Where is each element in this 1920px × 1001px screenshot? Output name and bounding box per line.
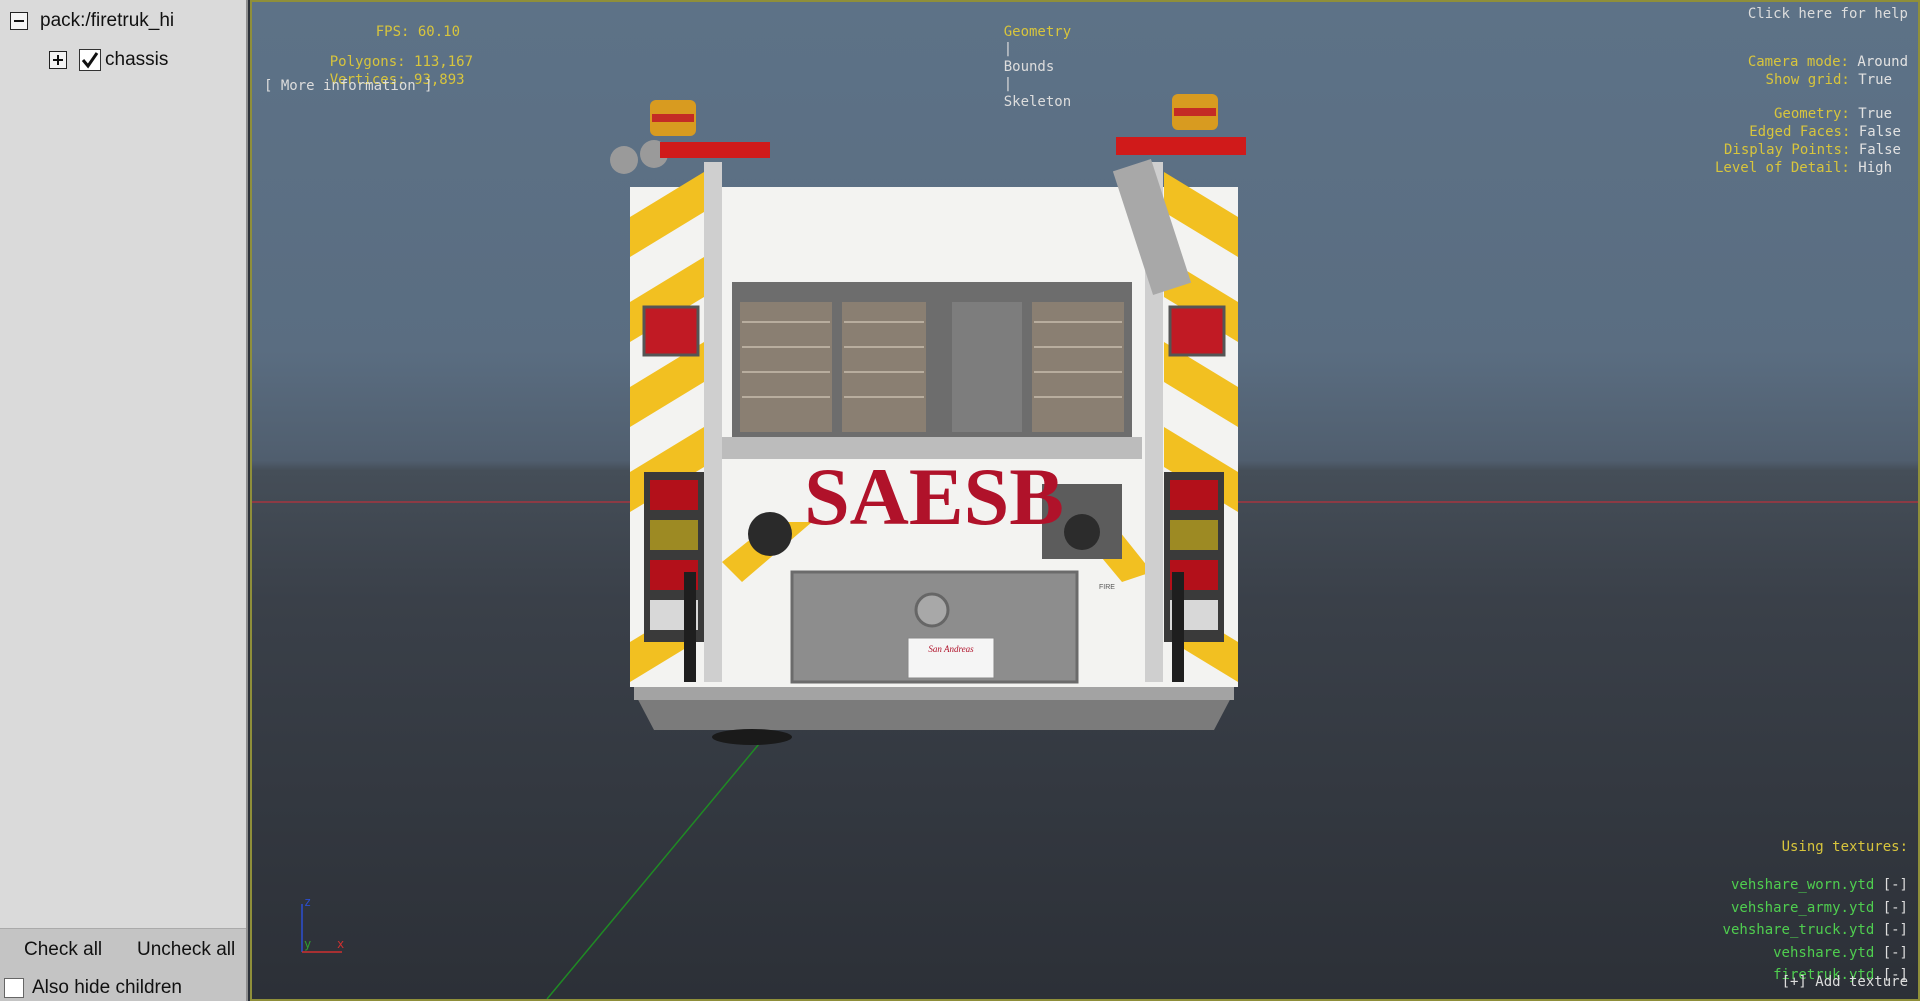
also-hide-children-checkbox[interactable] <box>4 978 24 998</box>
x-axis-label: x <box>337 937 344 951</box>
tab-geometry[interactable]: Geometry <box>1004 24 1071 40</box>
expand-icon[interactable] <box>49 51 67 69</box>
model-tree-panel: pack:/firetruk_hi chassis Check all Unch… <box>0 0 248 1001</box>
level-of-detail-setting[interactable]: Level of Detail: High <box>1681 142 1892 195</box>
setting-label: Show grid: <box>1765 71 1850 88</box>
setting-value: High <box>1858 159 1892 176</box>
textures-heading: Using textures: <box>1781 839 1908 855</box>
also-hide-children-option[interactable]: Also hide children <box>4 977 182 999</box>
z-axis-label: z <box>304 895 311 909</box>
license-plate-text: San Andreas <box>928 644 974 654</box>
badge-text: FIRE <box>1099 584 1115 591</box>
tab-separator: | <box>1003 76 1013 92</box>
help-link[interactable]: Click here for help <box>1748 6 1908 24</box>
checkmark-icon <box>81 52 99 69</box>
uncheck-all-button[interactable]: Uncheck all <box>137 939 235 961</box>
setting-value: True <box>1858 71 1892 88</box>
tree-node-label: pack:/firetruk_hi <box>40 10 175 31</box>
chassis-checkbox[interactable] <box>79 49 101 71</box>
tree-node-root[interactable]: pack:/firetruk_hi <box>10 10 174 32</box>
more-information-link[interactable]: [ More information ] <box>264 78 433 96</box>
add-texture-button[interactable]: [+] Add texture <box>1782 974 1908 990</box>
tree-node-chassis[interactable]: chassis <box>49 49 168 71</box>
tab-bounds[interactable]: Bounds <box>1004 59 1055 75</box>
tab-skeleton[interactable]: Skeleton <box>1004 94 1071 110</box>
3d-viewport[interactable]: SAESB San Andreas FIRE FPS: 60.10 Polygo… <box>250 0 1920 1001</box>
check-all-button[interactable]: Check all <box>24 939 102 961</box>
setting-label: Level of Detail: <box>1714 159 1850 176</box>
scene-canvas: SAESB San Andreas FIRE <box>252 94 1918 999</box>
tab-separator: | <box>1003 41 1013 57</box>
tree-node-label: chassis <box>105 49 169 70</box>
axis-gizmo: z y x <box>301 895 344 953</box>
y-axis-label: y <box>304 937 311 951</box>
also-hide-children-label: Also hide children <box>32 977 182 998</box>
collapse-icon[interactable] <box>10 12 28 30</box>
rear-lettering: SAESB <box>804 451 1064 542</box>
view-tabs: Geometry | Bounds | Skeleton <box>970 6 1071 129</box>
